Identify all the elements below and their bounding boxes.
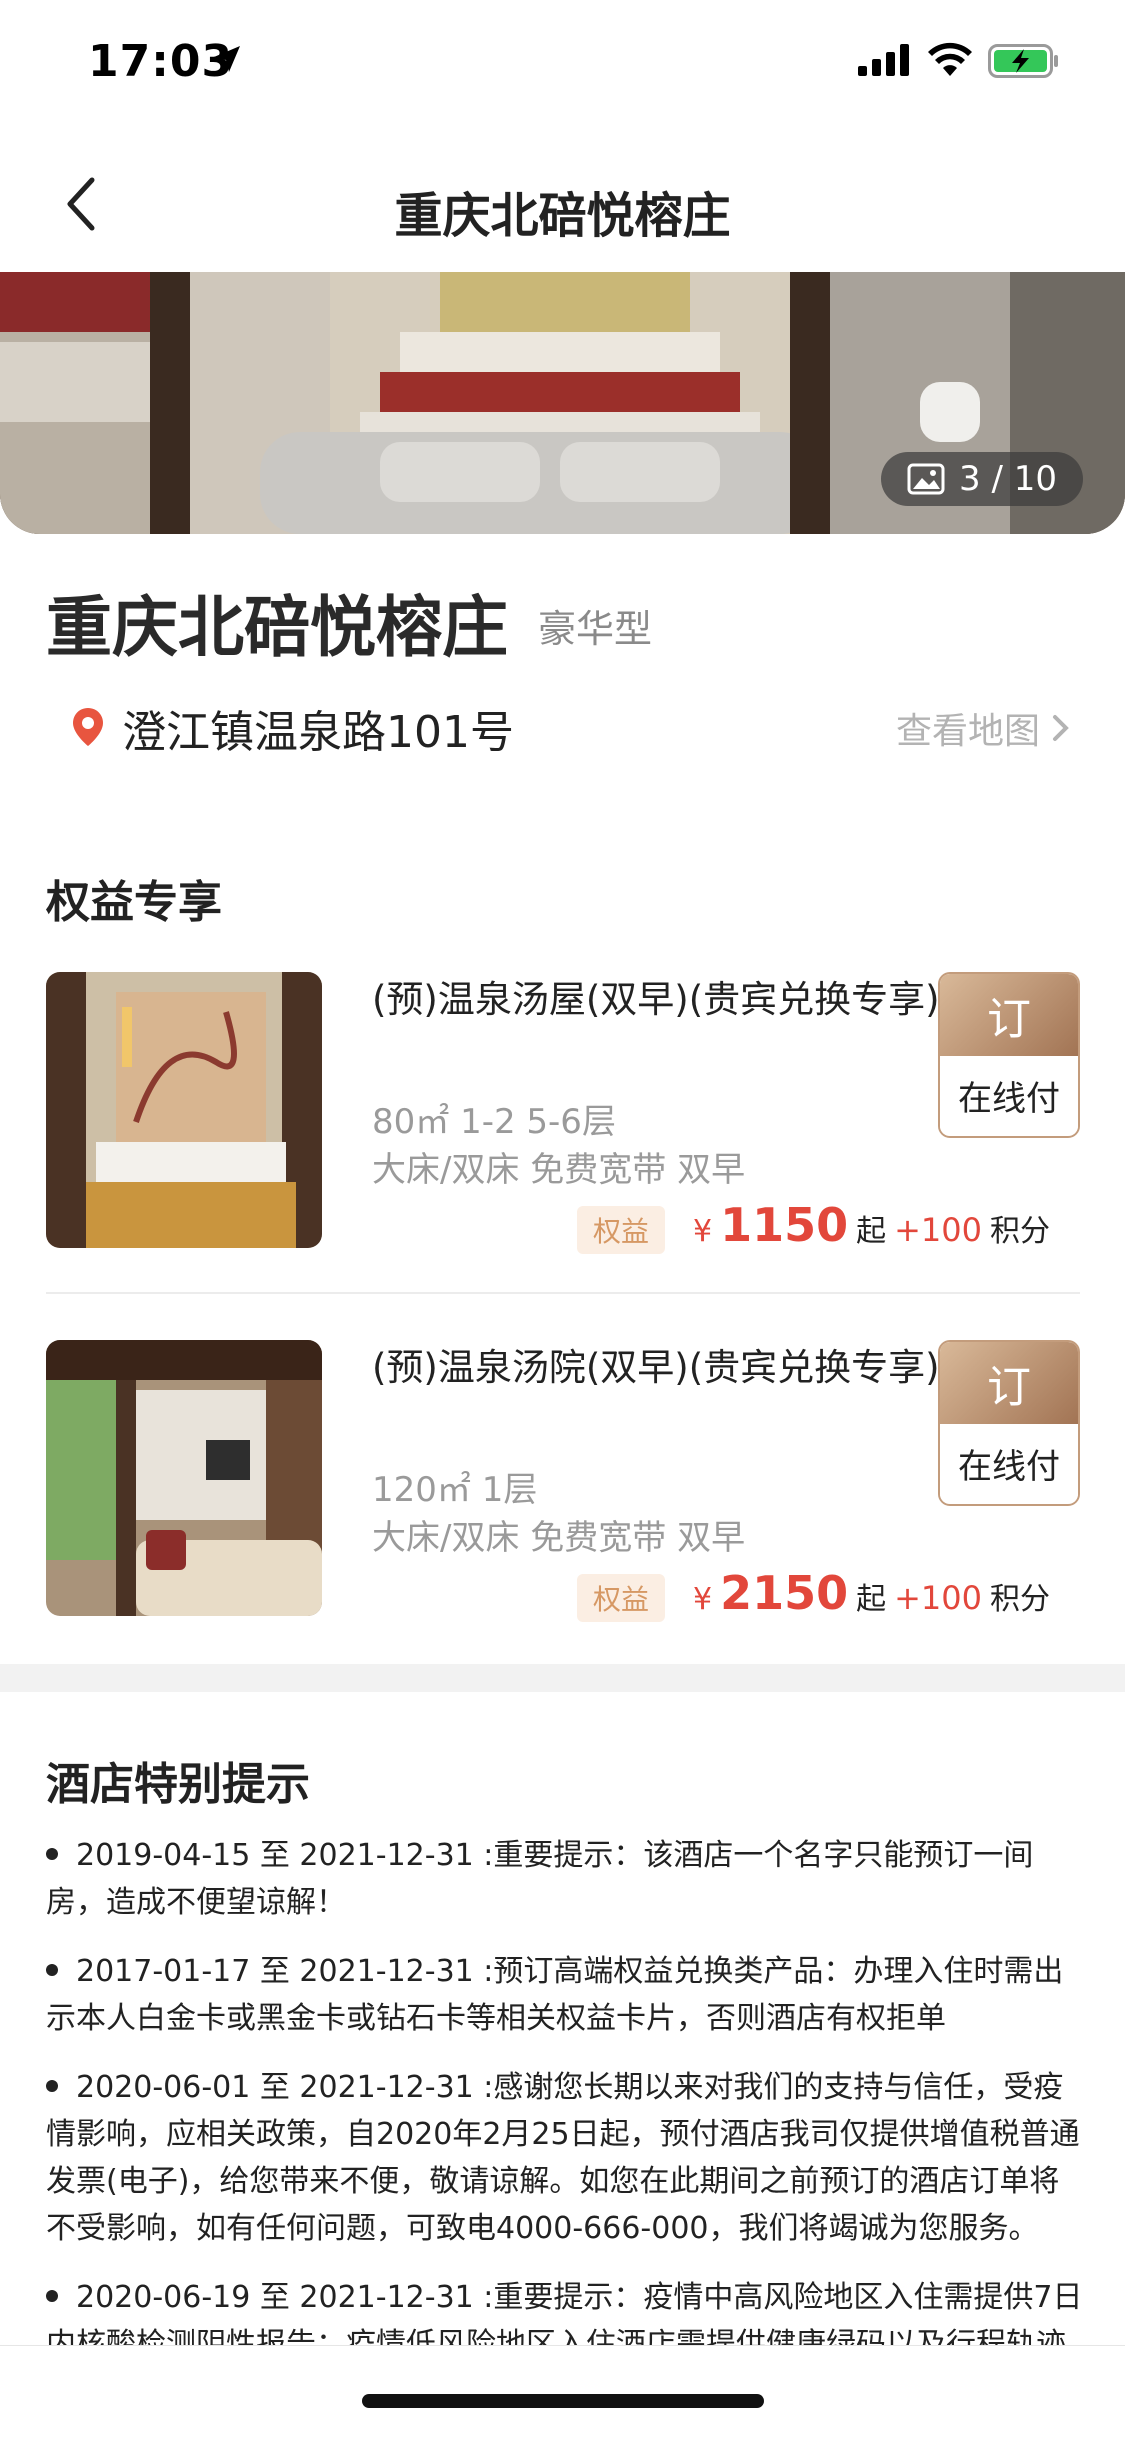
price-suffix: 起 xyxy=(856,1214,887,1249)
notice-item: 2019-04-15 至 2021-12-31 :重要提示：该酒店一个名字只能预… xyxy=(46,1832,1086,1926)
room-facilities: 大床/双床 免费宽带 双早 xyxy=(372,1518,746,1558)
room-photo xyxy=(46,1340,322,1616)
pay-online-label: 在线付 xyxy=(940,1424,1078,1502)
page-title: 重庆北碚悦榕庄 xyxy=(394,188,731,244)
room-facilities: 大床/双床 免费宽带 双早 xyxy=(372,1150,746,1190)
benefits-section-title: 权益专享 xyxy=(46,877,222,928)
book-label: 订 xyxy=(940,1342,1078,1424)
benefit-badge: 权益 xyxy=(576,1206,665,1254)
notice-text: 2020-06-01 至 2021-12-31 :感谢您长期以来对我们的支持与信… xyxy=(46,2070,1080,2246)
hotel-photo-gallery[interactable]: 3 / 10 xyxy=(0,272,1125,534)
cellular-signal-icon xyxy=(858,44,909,76)
book-label: 订 xyxy=(940,974,1078,1056)
address-row: 澄江镇温泉路101号 查看地图 xyxy=(70,694,1070,758)
nav-bar: 重庆北碚悦榕庄 xyxy=(0,130,1125,270)
wifi-icon xyxy=(928,42,972,76)
hotel-address: 澄江镇温泉路101号 xyxy=(122,707,514,758)
notice-item: 2020-06-01 至 2021-12-31 :感谢您长期以来对我们的支持与信… xyxy=(46,2064,1086,2252)
room-card[interactable]: (预)温泉汤屋(双早)(贵宾兑换专享) 80㎡ 1-2 5-6层 大床/双床 免… xyxy=(46,972,1080,1254)
section-separator xyxy=(0,1664,1125,1692)
room-photo xyxy=(46,972,322,1248)
bottom-safe-area xyxy=(0,2345,1125,2437)
points-unit: 积分 xyxy=(990,1214,1050,1249)
room-name: (预)温泉汤屋(双早)(贵宾兑换专享) xyxy=(372,978,940,1021)
view-map-label: 查看地图 xyxy=(895,711,1040,752)
notice-item: 2017-01-17 至 2021-12-31 :预订高端权益兑换类产品：办理入… xyxy=(46,1948,1086,2042)
photo-counter: 3 / 10 xyxy=(881,452,1083,506)
notice-list: 2019-04-15 至 2021-12-31 :重要提示：该酒店一个名字只能预… xyxy=(46,1832,1086,2390)
points-value: +100 xyxy=(894,1579,982,1617)
divider xyxy=(46,1292,1080,1294)
bullet-icon xyxy=(46,1848,58,1860)
bullet-icon xyxy=(46,2080,58,2092)
points-value: +100 xyxy=(894,1211,982,1249)
chevron-right-icon xyxy=(1053,715,1069,741)
status-bar: 17:03 xyxy=(0,0,1125,130)
bullet-icon xyxy=(46,1964,58,1976)
room-price: 1150 xyxy=(720,1198,849,1252)
price-row: 权益 ¥ 1150 起 +100 积分 xyxy=(576,1198,1050,1254)
currency-symbol: ¥ xyxy=(692,1214,713,1249)
home-indicator[interactable] xyxy=(362,2394,764,2408)
benefit-badge: 权益 xyxy=(576,1574,665,1622)
pay-online-label: 在线付 xyxy=(940,1056,1078,1134)
image-icon xyxy=(907,463,945,495)
bullet-icon xyxy=(46,2290,58,2302)
location-arrow-icon xyxy=(214,46,240,72)
price-suffix: 起 xyxy=(856,1582,887,1617)
room-card[interactable]: (预)温泉汤院(双早)(贵宾兑换专享) 120㎡ 1层 大床/双床 免费宽带 双… xyxy=(46,1340,1080,1622)
room-area-floor: 80㎡ 1-2 5-6层 xyxy=(372,1102,616,1142)
notice-text: 2019-04-15 至 2021-12-31 :重要提示：该酒店一个名字只能预… xyxy=(46,1838,1034,1920)
notice-text: 2017-01-17 至 2021-12-31 :预订高端权益兑换类产品：办理入… xyxy=(46,1954,1064,2036)
hotel-tier: 豪华型 xyxy=(538,607,653,651)
room-thumbnail xyxy=(46,972,322,1248)
book-button[interactable]: 订 在线付 xyxy=(938,1340,1080,1506)
room-price: 2150 xyxy=(720,1566,849,1620)
room-thumbnail xyxy=(46,1340,322,1616)
room-area-floor: 120㎡ 1层 xyxy=(372,1470,538,1510)
battery-charging-icon xyxy=(988,44,1058,78)
room-name: (预)温泉汤院(双早)(贵宾兑换专享) xyxy=(372,1346,940,1389)
view-map-link[interactable]: 查看地图 xyxy=(896,702,1070,754)
hotel-name: 重庆北碚悦榕庄 xyxy=(46,589,508,666)
currency-symbol: ¥ xyxy=(692,1582,713,1617)
price-row: 权益 ¥ 2150 起 +100 积分 xyxy=(576,1566,1050,1622)
book-button[interactable]: 订 在线付 xyxy=(938,972,1080,1138)
points-unit: 积分 xyxy=(990,1582,1050,1617)
photo-counter-text: 3 / 10 xyxy=(959,459,1057,499)
location-pin-icon xyxy=(73,708,103,746)
notices-section-title: 酒店特别提示 xyxy=(46,1759,310,1810)
